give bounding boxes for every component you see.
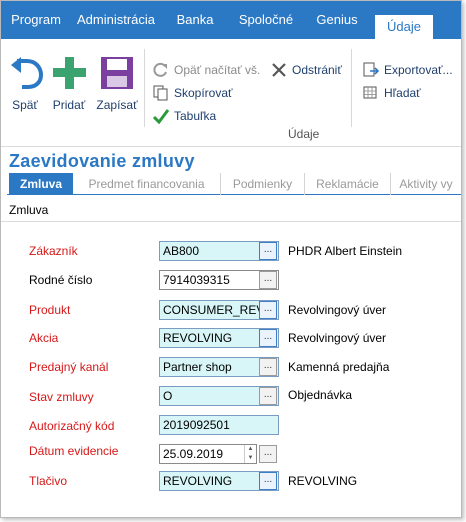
label-datum-evidencie: Dátum evidencie (29, 444, 119, 458)
plus-icon (53, 57, 86, 89)
lookup-stav-zmluvy-button[interactable]: ... (259, 387, 277, 405)
label-stav-zmluvy: Stav zmluvy (29, 390, 94, 404)
desc-akcia: Revolvingový úver (288, 331, 387, 345)
label-tlacivo: Tlačivo (29, 474, 68, 488)
lookup-tlacivo-button[interactable]: ... (259, 472, 277, 490)
label-zakaznik: Zákazník (29, 244, 78, 258)
desc-tlacivo: REVOLVING (288, 474, 358, 488)
label-rodne-cislo: Rodné číslo (29, 273, 93, 287)
copy-icon (153, 85, 168, 101)
date-spinner[interactable]: ▲ ▼ (244, 445, 256, 463)
export-label: Exportovať... (384, 63, 453, 77)
floppy-disk-icon (101, 57, 133, 89)
add-label: Pridať (52, 98, 86, 112)
export-icon (363, 62, 379, 77)
date-picker-button[interactable]: ... (259, 445, 277, 463)
label-predajny-kanal: Predajný kanál (29, 360, 109, 374)
lookup-produkt-button[interactable]: ... (259, 301, 277, 319)
refresh-icon (153, 62, 167, 77)
ribbon: Späť Pridať Zapísať Opäť načítať vš. Sko… (1, 39, 461, 147)
field-autorizacny-kod[interactable]: 2019092501 (159, 415, 279, 435)
menu-bar: Program Administrácia Banka Spoločné Gen… (1, 1, 461, 39)
subtab-podmienky[interactable]: Podmienky (221, 173, 305, 195)
checkmark-icon (153, 109, 169, 124)
ribbon-separator (351, 49, 352, 127)
label-autorizacny-kod: Autorizačný kód (29, 419, 115, 433)
ribbon-separator (144, 49, 145, 127)
delete-label: Odstrániť (292, 63, 342, 77)
subtab-zmluva[interactable]: Zmluva (9, 173, 73, 195)
lookup-rodne-cislo-button[interactable]: ... (259, 271, 277, 289)
label-produkt: Produkt (29, 303, 71, 317)
desc-produkt: Revolvingový úver (288, 303, 387, 317)
ribbon-group-label: Údaje (288, 127, 320, 141)
menu-tab-program[interactable]: Program (7, 1, 65, 39)
back-button[interactable]: Späť (3, 45, 47, 115)
reload-all-label: Opäť načítať vš. (174, 63, 261, 77)
table-label: Tabuľka (174, 109, 217, 123)
add-button[interactable]: Pridať (47, 45, 91, 115)
lookup-predajny-kanal-button[interactable]: ... (259, 358, 277, 376)
save-label: Zapísať (96, 98, 138, 112)
desc-zakaznik: PHDR Albert Einstein (288, 244, 403, 258)
menu-tab-udaje[interactable]: Údaje (375, 15, 433, 39)
section-title: Zmluva (9, 203, 49, 217)
page-title: Zaevidovanie zmluvy (9, 151, 195, 171)
menu-tab-spolocne[interactable]: Spoločné (233, 1, 299, 39)
spin-up-icon[interactable]: ▲ (245, 445, 256, 454)
copy-label: Skopírovať (174, 86, 233, 100)
lookup-akcia-button[interactable]: ... (259, 329, 277, 347)
menu-tab-administracia[interactable]: Administrácia (71, 1, 161, 39)
search-label: Hľadať (384, 86, 421, 100)
app-window: Program Administrácia Banka Spoločné Gen… (0, 0, 462, 518)
spin-down-icon[interactable]: ▼ (245, 454, 256, 463)
save-button[interactable]: Zapísať (95, 45, 139, 115)
label-akcia: Akcia (29, 331, 59, 345)
subtab-aktivity[interactable]: Aktivity vy (391, 173, 461, 195)
section-divider (1, 221, 461, 222)
subtab-bar: Zmluva Predmet financovania Podmienky Re… (7, 173, 461, 195)
back-arrow-icon (11, 57, 44, 89)
lookup-zakaznik-button[interactable]: ... (259, 242, 277, 260)
desc-predajny-kanal: Kamenná predajňa (288, 360, 390, 374)
close-x-icon (272, 63, 286, 77)
desc-stav-zmluvy: Objednávka (288, 388, 353, 402)
search-grid-icon (363, 86, 377, 99)
field-datum-evidencie[interactable]: 25.09.2019 (159, 444, 257, 464)
menu-tab-genius[interactable]: Genius (311, 1, 363, 39)
menu-tab-banka[interactable]: Banka (171, 1, 219, 39)
subtab-predmet-financovania[interactable]: Predmet financovania (73, 173, 221, 195)
subtab-reklamacie[interactable]: Reklamácie (305, 173, 391, 195)
